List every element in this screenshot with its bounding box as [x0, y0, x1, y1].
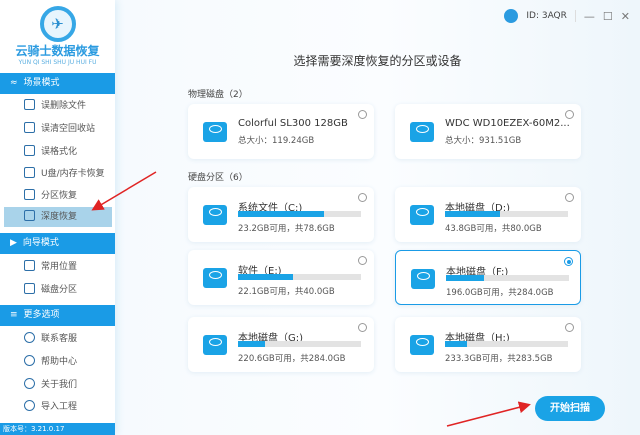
annotation-arrows: [91, 171, 531, 427]
arrow-to-scan-button: [446, 401, 531, 427]
arrow-to-deep-recovery: [91, 171, 157, 211]
